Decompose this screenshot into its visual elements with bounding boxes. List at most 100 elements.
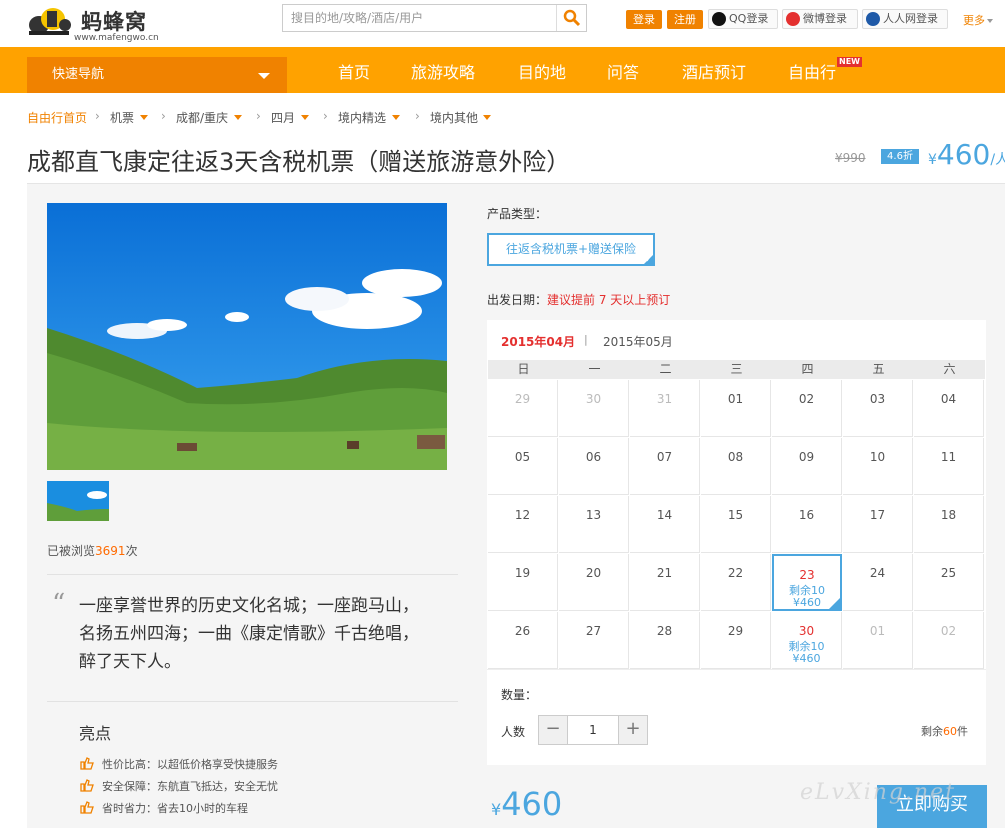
breadcrumb-separator: ›	[256, 109, 261, 123]
nav-qa[interactable]: 问答	[607, 59, 639, 83]
nav-hotel-booking[interactable]: 酒店预订	[682, 59, 746, 83]
day-number: 21	[656, 566, 673, 580]
renren-login-label: 人人网登录	[883, 12, 938, 25]
quick-nav-label: 快速导航	[52, 67, 105, 82]
remain-number: 60	[943, 725, 957, 738]
login-button[interactable]: 登录	[626, 10, 662, 29]
renren-login-button[interactable]: 人人网登录	[862, 9, 948, 29]
nav-free-travel[interactable]: 自由行	[788, 59, 836, 83]
breadcrumb-domestic-picks[interactable]: 境内精选	[338, 109, 386, 126]
increase-button[interactable]: +	[618, 716, 647, 744]
search-box	[282, 4, 587, 32]
calendar-day: 26	[488, 612, 558, 669]
day-number: 24	[869, 566, 886, 580]
quote-mark-icon: “	[52, 589, 66, 619]
weekday-header: 日	[488, 360, 559, 379]
decrease-button[interactable]: −	[539, 716, 568, 744]
day-number: 31	[656, 392, 673, 406]
main-nav: 快速导航 首页 旅游攻略 目的地 问答 酒店预订 自由行 NEW	[0, 47, 1005, 93]
site-logo[interactable]: 蚂蜂窝 www.mafengwo.cn	[27, 3, 159, 43]
main-product-photo[interactable]	[47, 203, 447, 470]
calendar-day: 13	[559, 496, 629, 553]
calendar-day: 21	[630, 554, 700, 611]
month-tab-active[interactable]: 2015年04月	[501, 333, 575, 350]
chevron-down-icon[interactable]	[483, 115, 491, 120]
day-number: 08	[727, 450, 744, 464]
calendar-day-available[interactable]: 30 剩余10 ¥460	[772, 612, 842, 669]
remain-suffix: 件	[957, 725, 968, 738]
renren-icon	[866, 12, 880, 26]
search-button[interactable]	[556, 5, 586, 31]
day-number: 01	[727, 392, 744, 406]
price-unit: /人	[990, 152, 1005, 168]
discount-badge: 4.6折	[881, 149, 919, 164]
breadcrumb-domestic-other[interactable]: 境内其他	[430, 109, 478, 126]
breadcrumb-separator: ›	[95, 109, 100, 123]
quantity-value[interactable]: 1	[569, 716, 617, 744]
breadcrumb-city[interactable]: 成都/重庆	[176, 109, 228, 126]
search-input[interactable]	[283, 5, 557, 31]
breadcrumb-free-travel-home[interactable]: 自由行首页	[27, 109, 87, 126]
day-number: 11	[940, 450, 957, 464]
day-number: 29	[727, 624, 744, 638]
highlight-item: 安全保障：东航直飞抵达，安全无忧	[80, 778, 278, 793]
calendar-day: 20	[559, 554, 629, 611]
product-price: ¥460/人	[928, 138, 1005, 171]
currency-symbol: ¥	[491, 800, 502, 819]
currency-symbol: ¥	[928, 152, 937, 168]
breadcrumb-flights[interactable]: 机票	[110, 109, 134, 126]
thumbs-up-icon	[80, 779, 94, 792]
breadcrumb-month[interactable]: 四月	[271, 109, 295, 126]
calendar-day: 29	[701, 612, 771, 669]
breadcrumb-separator: ›	[323, 109, 328, 123]
calendar-day: 02	[772, 380, 842, 437]
view-count: 已被浏览3691次	[47, 542, 138, 559]
departure-date-label: 出发日期：建议提前 7 天以上预订	[487, 291, 670, 308]
new-badge: NEW	[837, 57, 862, 67]
chevron-down-icon[interactable]	[301, 115, 309, 120]
weibo-login-button[interactable]: 微博登录	[782, 9, 858, 29]
buy-now-button[interactable]: 立即购买	[877, 785, 987, 828]
weekday-header: 二	[630, 360, 701, 379]
calendar-day: 18	[914, 496, 984, 553]
weekday-header: 一	[559, 360, 630, 379]
calendar-day: 31	[630, 380, 700, 437]
day-number: 14	[656, 508, 673, 522]
calendar-day-selected[interactable]: 23 剩余10 ¥460	[772, 554, 842, 611]
photo-thumbnail[interactable]	[47, 481, 109, 521]
qq-login-button[interactable]: QQ登录	[708, 9, 778, 29]
calendar-day: 04	[914, 380, 984, 437]
quick-nav-dropdown[interactable]: 快速导航	[27, 57, 287, 93]
breadcrumb-separator: ›	[161, 109, 166, 123]
chevron-down-icon[interactable]	[392, 115, 400, 120]
nav-home[interactable]: 首页	[338, 59, 370, 83]
nav-destinations[interactable]: 目的地	[518, 59, 566, 83]
weibo-login-label: 微博登录	[803, 12, 847, 25]
product-type-option[interactable]: 往返含税机票+赠送保险 ✓	[487, 233, 655, 266]
chevron-down-icon[interactable]	[234, 115, 242, 120]
calendar-day: 03	[843, 380, 913, 437]
logo-mark-icon	[29, 8, 71, 35]
day-number: 25	[940, 566, 957, 580]
month-tab-next[interactable]: 2015年05月	[603, 333, 673, 350]
day-number: 22	[727, 566, 744, 580]
date-tip: 建议提前 7 天以上预订	[547, 293, 671, 307]
more-label: 更多	[963, 14, 985, 27]
nav-guides[interactable]: 旅游攻略	[411, 59, 475, 83]
views-suffix: 次	[125, 544, 138, 558]
highlight-item: 性价比高：以超低价格享受快捷服务	[80, 756, 278, 771]
weekday-header: 三	[701, 360, 772, 379]
day-number: 04	[940, 392, 957, 406]
thumbs-up-icon	[80, 757, 94, 770]
price-value: 460	[936, 138, 991, 171]
landscape-thumbnail-image	[47, 481, 109, 521]
day-number: 01	[869, 624, 886, 638]
total-price: ¥460	[491, 785, 562, 823]
more-menu[interactable]: 更多	[963, 12, 993, 28]
calendar-day: 30	[559, 380, 629, 437]
chevron-down-icon[interactable]	[140, 115, 148, 120]
day-number: 17	[869, 508, 886, 522]
register-button[interactable]: 注册	[667, 10, 703, 29]
calendar-day: 14	[630, 496, 700, 553]
day-number: 05	[514, 450, 531, 464]
